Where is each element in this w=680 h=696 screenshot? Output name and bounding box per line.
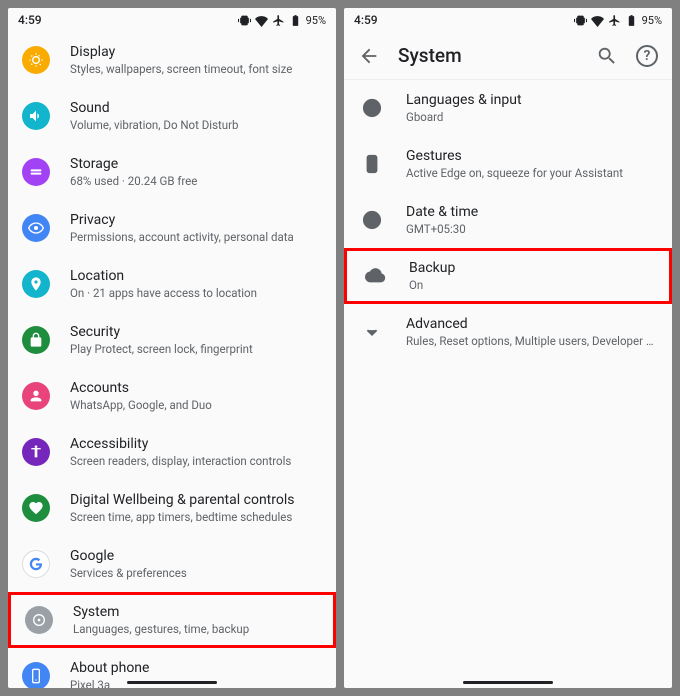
status-bar: 4:59 95% [8, 8, 336, 32]
item-title: Sound [70, 99, 322, 117]
battery-icon [625, 14, 638, 27]
item-storage[interactable]: Storage 68% used · 20.24 GB free [8, 144, 336, 200]
wifi-icon [255, 14, 268, 27]
item-languages[interactable]: Languages & input Gboard [344, 80, 672, 136]
item-display[interactable]: Display Styles, wallpapers, screen timeo… [8, 32, 336, 88]
item-sub: GMT+05:30 [406, 222, 658, 237]
wellbeing-icon [22, 494, 50, 522]
back-icon[interactable] [358, 45, 380, 67]
item-title: Display [70, 43, 322, 61]
item-sub: WhatsApp, Google, and Duo [70, 398, 322, 413]
item-title: Google [70, 547, 322, 565]
settings-list: Display Styles, wallpapers, screen timeo… [8, 32, 336, 688]
battery-pct: 95% [306, 14, 326, 27]
accounts-icon [22, 382, 50, 410]
item-title: Storage [70, 155, 322, 173]
nav-bar[interactable] [463, 681, 553, 684]
location-icon [22, 270, 50, 298]
status-icons: 95% [574, 14, 662, 27]
system-list: Languages & input Gboard Gestures Active… [344, 80, 672, 688]
item-title: Digital Wellbeing & parental controls [70, 491, 322, 509]
item-gestures[interactable]: Gestures Active Edge on, squeeze for you… [344, 136, 672, 192]
item-title: System [73, 603, 319, 621]
item-wellbeing[interactable]: Digital Wellbeing & parental controls Sc… [8, 480, 336, 536]
item-system[interactable]: System Languages, gestures, time, backup [8, 592, 336, 648]
settings-screen: 4:59 95% Display Styles, wallpapers, scr… [8, 8, 336, 688]
status-time: 4:59 [354, 13, 378, 27]
status-time: 4:59 [18, 13, 42, 27]
backup-icon [361, 262, 389, 290]
item-sub: Gboard [406, 110, 658, 125]
status-bar: 4:59 95% [344, 8, 672, 32]
item-title: Location [70, 267, 322, 285]
item-title: Languages & input [406, 91, 658, 109]
item-sound[interactable]: Sound Volume, vibration, Do Not Disturb [8, 88, 336, 144]
help-icon[interactable]: ? [636, 45, 658, 67]
item-backup[interactable]: Backup On [344, 248, 672, 304]
item-google[interactable]: Google Services & preferences [8, 536, 336, 592]
display-icon [22, 46, 50, 74]
sound-icon [22, 102, 50, 130]
item-sub: Screen time, app timers, bedtime schedul… [70, 510, 322, 525]
item-title: Backup [409, 259, 655, 277]
security-icon [22, 326, 50, 354]
item-title: About phone [70, 659, 322, 677]
item-sub: Rules, Reset options, Multiple users, De… [406, 334, 658, 349]
battery-pct: 95% [642, 14, 662, 27]
item-sub: Permissions, account activity, personal … [70, 230, 322, 245]
battery-icon [289, 14, 302, 27]
item-sub: Languages, gestures, time, backup [73, 622, 319, 637]
clock-icon [358, 206, 386, 234]
airplane-icon [608, 14, 621, 27]
item-accessibility[interactable]: Accessibility Screen readers, display, i… [8, 424, 336, 480]
item-sub: Play Protect, screen lock, fingerprint [70, 342, 322, 357]
chevron-down-icon [358, 318, 386, 346]
item-title: Privacy [70, 211, 322, 229]
system-icon [25, 606, 53, 634]
item-sub: Styles, wallpapers, screen timeout, font… [70, 62, 322, 77]
nav-bar[interactable] [127, 681, 217, 684]
system-header: System ? [344, 32, 672, 80]
accessibility-icon [22, 438, 50, 466]
page-title: System [398, 44, 578, 67]
item-privacy[interactable]: Privacy Permissions, account activity, p… [8, 200, 336, 256]
item-title: Security [70, 323, 322, 341]
globe-icon [358, 94, 386, 122]
vibrate-icon [574, 14, 587, 27]
gestures-icon [358, 150, 386, 178]
item-title: Gestures [406, 147, 658, 165]
item-sub: On [409, 278, 655, 293]
search-icon[interactable] [596, 45, 618, 67]
item-datetime[interactable]: Date & time GMT+05:30 [344, 192, 672, 248]
item-sub: Screen readers, display, interaction con… [70, 454, 322, 469]
vibrate-icon [238, 14, 251, 27]
about-icon [22, 662, 50, 688]
status-icons: 95% [238, 14, 326, 27]
item-title: Accounts [70, 379, 322, 397]
airplane-icon [272, 14, 285, 27]
item-accounts[interactable]: Accounts WhatsApp, Google, and Duo [8, 368, 336, 424]
item-sub: Services & preferences [70, 566, 322, 581]
wifi-icon [591, 14, 604, 27]
privacy-icon [22, 214, 50, 242]
item-sub: Active Edge on, squeeze for your Assista… [406, 166, 658, 181]
item-sub: 68% used · 20.24 GB free [70, 174, 322, 189]
google-icon [22, 550, 50, 578]
item-sub: On · 21 apps have access to location [70, 286, 322, 301]
item-advanced[interactable]: Advanced Rules, Reset options, Multiple … [344, 304, 672, 360]
system-screen: 4:59 95% System ? Languages & input Gboa… [344, 8, 672, 688]
item-title: Advanced [406, 315, 658, 333]
storage-icon [22, 158, 50, 186]
item-sub: Volume, vibration, Do Not Disturb [70, 118, 322, 133]
item-location[interactable]: Location On · 21 apps have access to loc… [8, 256, 336, 312]
item-title: Date & time [406, 203, 658, 221]
item-title: Accessibility [70, 435, 322, 453]
item-security[interactable]: Security Play Protect, screen lock, fing… [8, 312, 336, 368]
